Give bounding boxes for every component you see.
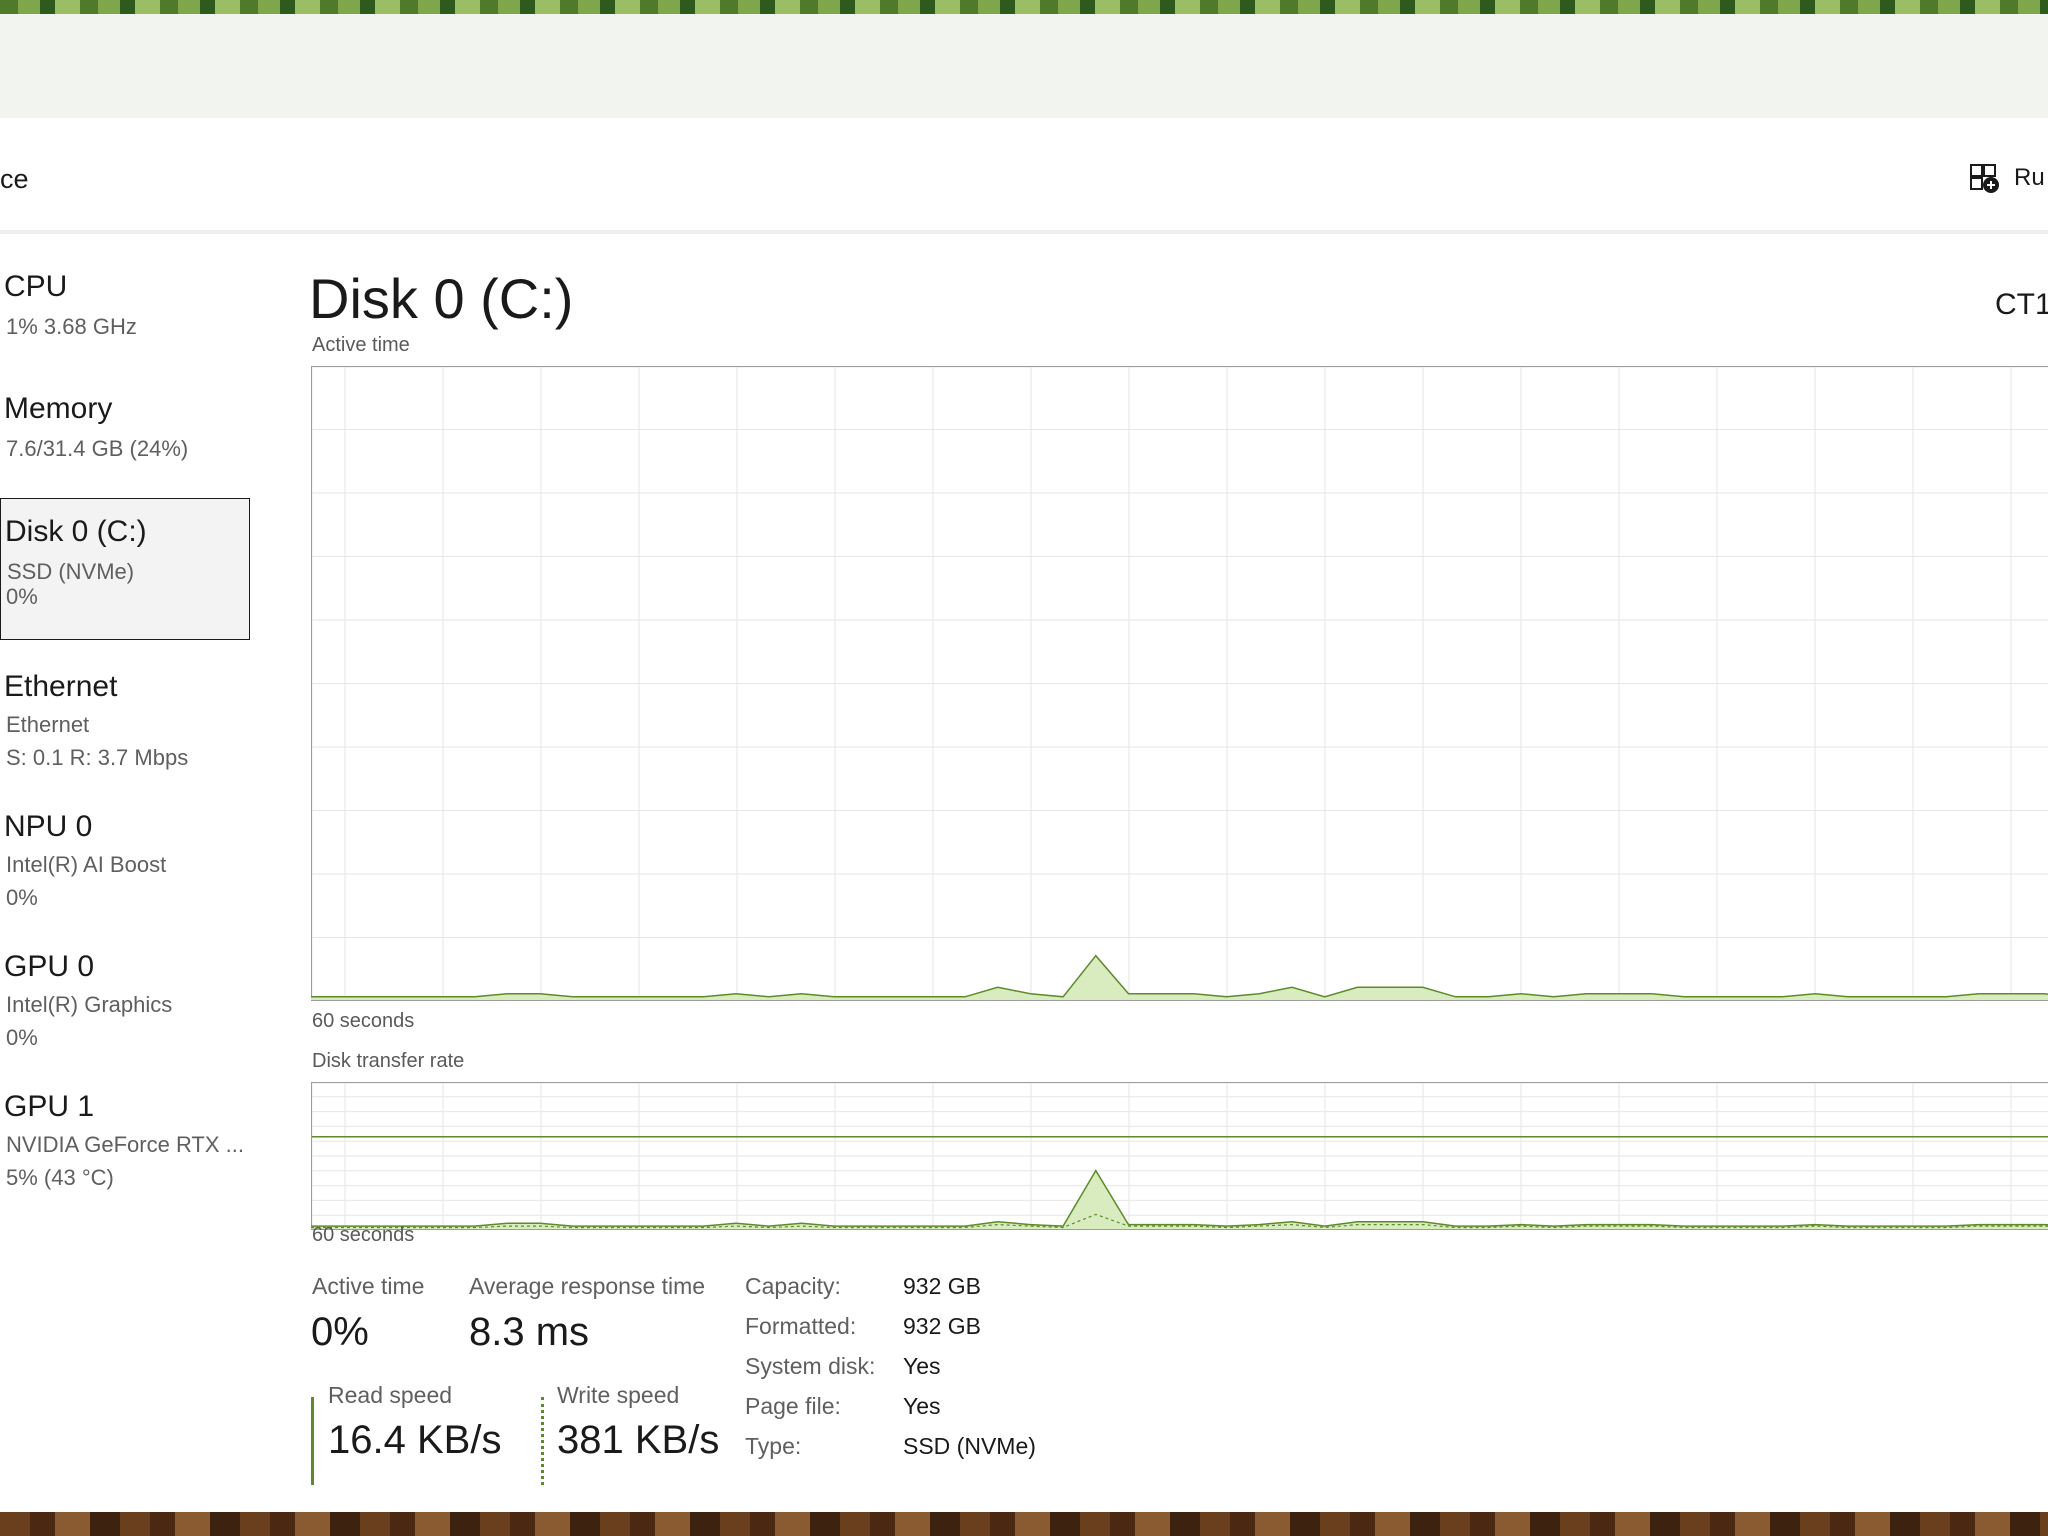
sidebar-item-detail: 7.6/31.4 GB (24%) (6, 436, 189, 461)
disk-title: Disk 0 (C:) (309, 267, 574, 330)
sidebar-item-gpu-0[interactable]: GPU 0 Intel(R) Graphics 0% (0, 920, 250, 1056)
write-speed-value: 381 KB/s (557, 1418, 720, 1462)
sidebar-item-usage: S: 0.1 R: 3.7 Mbps (6, 745, 189, 770)
read-speed-value: 16.4 KB/s (328, 1418, 502, 1462)
active-time-chart (311, 366, 2048, 1001)
sidebar-item-title: Memory (4, 392, 113, 425)
task-manager-window: ce Ru CPU 1% 3.68 GHz Memory 7.6/31.4 GB… (0, 14, 2048, 1512)
page-file-value: Yes (903, 1393, 941, 1419)
page-header: ce Ru (0, 118, 2048, 234)
sidebar-item-detail: NVIDIA GeForce RTX ... (6, 1132, 244, 1157)
system-disk-key: System disk: (745, 1353, 876, 1379)
read-speed-indicator (311, 1397, 314, 1485)
sidebar-item-memory[interactable]: Memory 7.6/31.4 GB (24%) (0, 376, 250, 486)
formatted-key: Formatted: (745, 1313, 857, 1339)
active-time-chart-footer: 60 seconds (312, 1010, 415, 1032)
sidebar-item-usage: 5% (43 °C) (6, 1165, 114, 1190)
capacity-key: Capacity: (745, 1273, 841, 1299)
active-time-label: Active time (312, 1273, 425, 1299)
active-time-chart-label: Active time (312, 334, 410, 356)
sidebar-item-title: GPU 1 (4, 1090, 95, 1123)
sidebar-item-usage: 0% (6, 1025, 38, 1050)
page-title: ce (0, 164, 29, 194)
desktop-wallpaper-top (0, 0, 2048, 14)
active-time-value: 0% (311, 1310, 369, 1354)
page-file-key: Page file: (745, 1393, 841, 1419)
sidebar-item-title: Ethernet (4, 670, 118, 703)
system-disk-value: Yes (903, 1353, 941, 1379)
sidebar-item-npu-0[interactable]: NPU 0 Intel(R) AI Boost 0% (0, 780, 250, 916)
sidebar-item-title: GPU 0 (4, 950, 95, 983)
avg-response-value: 8.3 ms (469, 1310, 590, 1354)
disk-model-name: CT1 (1995, 288, 2048, 321)
sidebar-item-detail: Intel(R) Graphics (6, 992, 173, 1017)
sidebar-item-title: NPU 0 (4, 810, 93, 843)
transfer-rate-chart (311, 1082, 2048, 1230)
transfer-rate-chart-footer: 60 seconds (312, 1224, 415, 1246)
read-speed-label: Read speed (328, 1382, 453, 1408)
sidebar-item-detail: 1% 3.68 GHz (6, 314, 137, 339)
avg-response-label: Average response time (469, 1273, 706, 1299)
write-speed-indicator (541, 1397, 544, 1485)
sidebar-item-title: CPU (4, 270, 68, 303)
run-new-task-button[interactable]: Ru (1968, 160, 2045, 196)
sidebar-item-detail: Intel(R) AI Boost (6, 852, 167, 877)
type-key: Type: (745, 1433, 802, 1459)
sidebar-item-usage: 0% (6, 885, 38, 910)
transfer-rate-chart-label: Disk transfer rate (312, 1050, 465, 1072)
desktop-wallpaper-bottom (0, 1512, 2048, 1536)
run-task-label: Ru (2014, 164, 2045, 191)
sidebar-item-usage: 0% (6, 584, 38, 609)
sidebar-item-title: Disk 0 (C:) (5, 515, 147, 548)
sidebar-item-gpu-1[interactable]: GPU 1 NVIDIA GeForce RTX ... 5% (43 °C) (0, 1060, 250, 1196)
type-value: SSD (NVMe) (903, 1433, 1036, 1459)
write-speed-label: Write speed (557, 1382, 680, 1408)
capacity-value: 932 GB (903, 1273, 981, 1299)
run-task-icon (1970, 164, 1999, 193)
sidebar-item-disk-0[interactable]: Disk 0 (C:) SSD (NVMe) (0, 498, 250, 640)
sidebar-item-ethernet[interactable]: Ethernet Ethernet S: 0.1 R: 3.7 Mbps (0, 640, 250, 776)
sidebar-item-detail: Ethernet (6, 712, 90, 737)
title-bar (0, 14, 2048, 119)
sidebar-item-detail: SSD (NVMe) (7, 559, 135, 584)
sidebar-item-cpu[interactable]: CPU 1% 3.68 GHz (0, 254, 250, 364)
formatted-value: 932 GB (903, 1313, 981, 1339)
